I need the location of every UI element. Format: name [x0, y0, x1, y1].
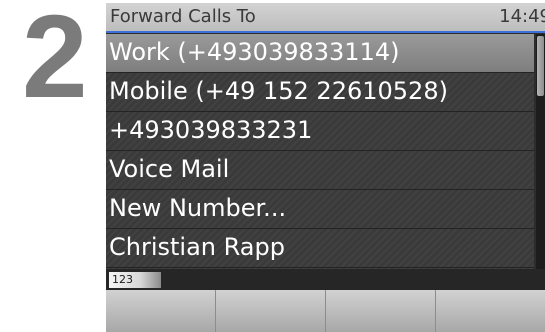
- list-item-label: Christian Rapp: [109, 233, 285, 261]
- step-number: 2: [22, 0, 88, 123]
- scroll-thumb[interactable]: [537, 36, 544, 96]
- list-item-label: Work (+493039833114): [109, 38, 400, 66]
- list-item-number[interactable]: +493039833231: [106, 112, 534, 151]
- list-item-voice-mail[interactable]: Voice Mail: [106, 151, 534, 190]
- list-item-contact[interactable]: Christian Rapp: [106, 229, 534, 268]
- list-item-work[interactable]: Work (+493039833114): [106, 34, 534, 73]
- input-mode-bar: 123: [106, 269, 545, 290]
- softkey-4[interactable]: [436, 290, 545, 332]
- softkey-1[interactable]: [106, 290, 216, 332]
- clock: 14:49: [499, 6, 545, 27]
- forward-target-list: Work (+493039833114) Mobile (+49 152 226…: [106, 34, 534, 269]
- list-item-new-number[interactable]: New Number...: [106, 190, 534, 229]
- softkey-3[interactable]: [326, 290, 436, 332]
- softkey-2[interactable]: [216, 290, 326, 332]
- list-scrollbar[interactable]: [536, 34, 545, 269]
- list-item-label: Voice Mail: [109, 155, 230, 183]
- softkey-bar: [106, 290, 545, 332]
- list-item-label: Mobile (+49 152 22610528): [109, 77, 448, 105]
- list-item-label: +493039833231: [109, 116, 313, 144]
- screen-title: Forward Calls To: [110, 6, 256, 27]
- list-item-label: New Number...: [109, 194, 287, 222]
- list-item-mobile[interactable]: Mobile (+49 152 22610528): [106, 73, 534, 112]
- title-bar: Forward Calls To 14:49: [106, 3, 545, 33]
- input-mode-indicator[interactable]: 123: [109, 272, 161, 288]
- phone-screen: Forward Calls To 14:49 Work (+4930398331…: [106, 3, 545, 332]
